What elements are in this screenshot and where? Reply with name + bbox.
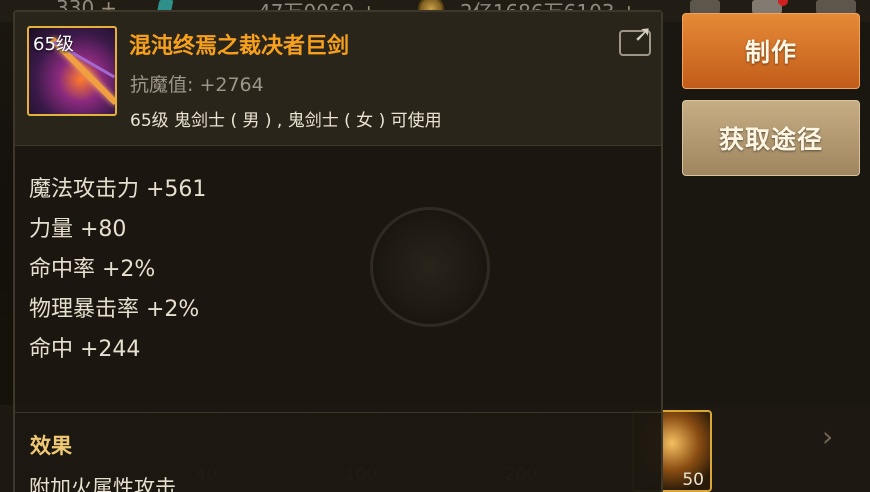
item-tooltip-panel: 65级 混沌终焉之裁决者巨剑 抗魔值: +2764 65级 鬼剑士 ( 男 ) … (13, 10, 663, 492)
stat-line: 物理暴击率 +2% (29, 297, 200, 322)
share-icon[interactable] (619, 22, 652, 56)
stat-line: 魔法攻击力 +561 (29, 177, 207, 202)
item-header: 65级 混沌终焉之裁决者巨剑 抗魔值: +2764 65级 鬼剑士 ( 男 ) … (15, 12, 661, 146)
background-emblem (370, 207, 490, 327)
magic-resist-stat: 抗魔值: +2764 (130, 74, 264, 96)
item-stats-list: 魔法攻击力 +561 力量 +80 命中率 +2% 物理暴击率 +2% 命中 +… (29, 170, 206, 370)
slot-4-count: 50 (682, 470, 704, 490)
stat-line: 命中率 +2% (29, 257, 156, 282)
stat-line: 命中 +244 (29, 337, 141, 362)
obtain-source-button[interactable]: 获取途径 (682, 100, 860, 176)
menu-icon[interactable] (690, 0, 720, 14)
item-name: 混沌终焉之裁决者巨剑 (129, 34, 350, 59)
section-divider (15, 412, 661, 413)
usable-by-text: 65级 鬼剑士 ( 男 ) , 鬼剑士 ( 女 ) 可使用 (130, 111, 442, 131)
stat-line: 力量 +80 (29, 217, 127, 242)
chevron-right-icon[interactable]: › (822, 420, 833, 453)
effect-section-title: 效果 (30, 434, 72, 458)
sword-icon: 65级 (27, 26, 117, 116)
effect-description: 附加火属性攻击 (29, 476, 176, 492)
item-level-badge: 65级 (33, 34, 74, 55)
settings-icon[interactable] (816, 0, 856, 14)
make-button[interactable]: 制作 (682, 13, 860, 89)
mail-icon[interactable] (752, 0, 788, 14)
